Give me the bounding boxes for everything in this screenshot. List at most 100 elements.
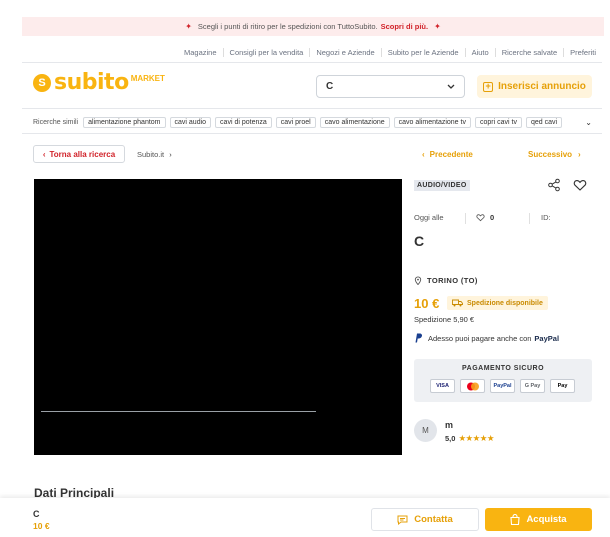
related-label: Ricerche simili [33, 118, 79, 126]
related-chip[interactable]: cavi di potenza [215, 116, 272, 128]
previous-ad-button[interactable]: ‹ Precedente [422, 150, 473, 159]
breadcrumb[interactable]: Subito.it › [137, 150, 172, 159]
rating-value: 5,0 [445, 434, 456, 443]
shipping-badge: Spedizione disponibile [447, 296, 548, 310]
card-label: Pay [557, 383, 568, 389]
share-icon[interactable] [547, 178, 561, 192]
avatar: M [414, 419, 437, 442]
visa-icon: VISA [430, 379, 455, 393]
back-label: Torna alla ricerca [49, 149, 116, 159]
logo-word: subito [54, 70, 129, 95]
ad-id: ID: [541, 213, 551, 222]
top-link-preferiti[interactable]: Preferiti [563, 47, 602, 57]
logo-icon: S [33, 73, 51, 92]
paypal-brand: PayPal [534, 333, 560, 343]
related-chip[interactable]: alimentazione phantom [83, 116, 166, 128]
bottom-bar: C 10 € Contatta Acquista [0, 498, 610, 537]
next-label: Successivo [528, 150, 573, 159]
insert-label: Inserisci annuncio [498, 81, 586, 92]
related-chip[interactable]: cavi proel [275, 116, 316, 128]
location-pin-icon [414, 276, 422, 285]
location-text: TORINO (TO) [427, 276, 478, 285]
search-value: C [326, 81, 334, 92]
likes-value: 0 [490, 213, 495, 222]
promo-banner: ✦ Scegli i punti di ritiro per le spediz… [22, 17, 604, 36]
top-link-ricerche[interactable]: Ricerche salvate [494, 47, 563, 57]
secure-payment-title: PAGAMENTO SICURO [461, 365, 545, 372]
banner-link[interactable]: Scopri di più. [381, 22, 429, 31]
shipping-badge-text: Spedizione disponibile [467, 299, 543, 307]
divider [22, 108, 602, 109]
paypal-card-icon: PayPal [490, 379, 515, 393]
secure-payment-box: PAGAMENTO SICURO VISA PayPal G Pay Pay [414, 359, 592, 402]
paypal-text: Adesso puoi pagare anche con [428, 333, 532, 343]
contact-label: Contatta [414, 514, 453, 525]
next-ad-button[interactable]: Successivo › [528, 150, 581, 159]
paypal-icon [415, 333, 422, 343]
top-link-aiuto[interactable]: Aiuto [464, 47, 495, 57]
bottom-title: C [33, 509, 40, 519]
chat-icon [397, 515, 408, 525]
ad-image-viewer[interactable] [34, 179, 402, 455]
contact-button[interactable]: Contatta [371, 508, 479, 531]
related-chip[interactable]: cavi audio [169, 116, 212, 128]
top-links: Magazine Consigli per la vendita Negozi … [0, 46, 602, 58]
apple-pay-icon: Pay [550, 379, 575, 393]
banner-text: Scegli i punti di ritiro per le spedizio… [197, 22, 378, 31]
heart-icon [476, 214, 485, 222]
related-chip[interactable]: qed cavi [525, 116, 563, 128]
ad-date: Oggi alle [414, 213, 444, 222]
likes-count: 0 [476, 213, 494, 222]
search-select[interactable]: C [316, 75, 465, 98]
card-label: G Pay [524, 383, 541, 389]
ad-price: 10 € [414, 296, 440, 311]
star-icon: ★★★★★ [458, 433, 495, 443]
chevron-down-icon [447, 84, 455, 89]
logo-market: MARKET [130, 74, 165, 83]
google-pay-icon: G Pay [520, 379, 545, 393]
buy-button[interactable]: Acquista [485, 508, 592, 531]
prev-label: Precedente [429, 150, 473, 159]
chevron-left-icon: ‹ [42, 149, 46, 159]
top-link-aziende[interactable]: Subito per le Aziende [380, 47, 465, 57]
card-label: PayPal [493, 383, 512, 389]
seller-info[interactable]: M m 5,0 ★★★★★ [414, 419, 495, 444]
mastercard-icon [460, 379, 485, 393]
video-progress-line [41, 411, 316, 412]
chevron-left-icon: ‹ [422, 150, 425, 159]
top-link-negozi[interactable]: Negozi e Aziende [309, 47, 380, 57]
divider [22, 62, 602, 63]
shipping-cost: Spedizione 5,90 € [414, 315, 475, 324]
paypal-info: Adesso puoi pagare anche con PayPal [414, 333, 559, 343]
sparkle-icon: ✦ [434, 22, 441, 31]
divider [22, 133, 602, 134]
chevron-down-icon[interactable]: ⌄ [585, 118, 592, 127]
plus-icon: + [483, 81, 494, 92]
top-link-consigli[interactable]: Consigli per la vendita [222, 47, 310, 57]
related-searches: Ricerche simili alimentazione phantom ca… [33, 115, 592, 129]
category-badge: AUDIO/VIDEO [414, 180, 470, 191]
payment-methods: VISA PayPal G Pay Pay [430, 379, 580, 393]
chevron-right-icon: › [578, 150, 581, 159]
divider [465, 213, 466, 224]
divider [529, 213, 530, 224]
chevron-right-icon: › [169, 150, 172, 159]
bag-icon [510, 514, 521, 525]
back-to-search-button[interactable]: ‹ Torna alla ricerca [33, 145, 125, 163]
heart-icon[interactable] [573, 178, 587, 192]
related-chip[interactable]: copri cavi tv [474, 116, 522, 128]
subito-logo[interactable]: S subito MARKET [33, 70, 165, 95]
top-link-magazine[interactable]: Magazine [178, 48, 223, 57]
related-chip[interactable]: cavo alimentazione [319, 116, 390, 128]
card-label: VISA [436, 383, 449, 389]
breadcrumb-item: Subito.it [137, 150, 165, 159]
related-chip[interactable]: cavo alimentazione tv [393, 116, 471, 128]
bottom-price: 10 € [33, 521, 50, 531]
seller-rating: 5,0 ★★★★★ [445, 433, 495, 444]
insert-ad-button[interactable]: + Inserisci annuncio [477, 75, 592, 98]
ad-title: C [414, 233, 425, 249]
ad-location: TORINO (TO) [414, 276, 478, 285]
buy-label: Acquista [526, 514, 567, 525]
sparkle-icon: ✦ [185, 22, 192, 31]
truck-icon [452, 299, 463, 307]
